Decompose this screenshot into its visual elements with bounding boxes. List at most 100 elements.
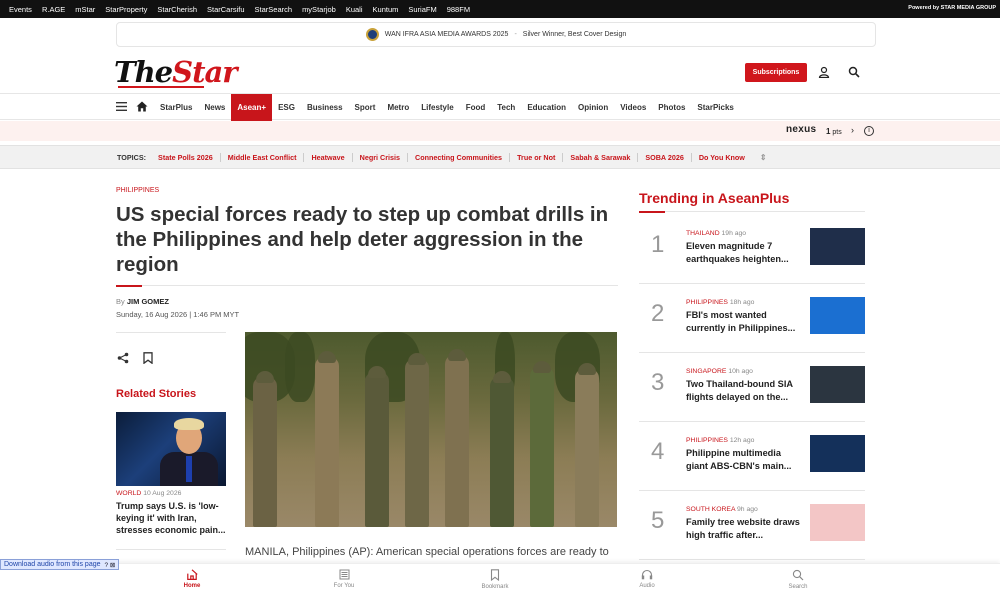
user-icon[interactable] <box>818 66 830 78</box>
nav-item-videos[interactable]: Videos <box>614 94 652 121</box>
nexus-points: 1 pts <box>826 127 842 136</box>
trending-headline[interactable]: FBI's most wanted currently in Philippin… <box>686 309 804 334</box>
trending-meta: SOUTH KOREA 9h ago <box>686 506 758 513</box>
trending-category[interactable]: SOUTH KOREA <box>686 506 735 513</box>
nav-item-starpicks[interactable]: StarPicks <box>691 94 739 121</box>
related-divider <box>116 549 226 550</box>
bookmark-icon[interactable] <box>143 352 153 364</box>
trending-item[interactable]: 2 PHILIPPINES 18h ago FBI's most wanted cu… <box>639 285 865 353</box>
topics-label: TOPICS: <box>117 152 147 162</box>
trending-item[interactable]: 5 SOUTH KOREA 9h ago Family tree website d… <box>639 492 865 560</box>
powered-by: Powered by STAR MEDIA GROUP <box>908 5 996 11</box>
bottom-nav-label: Search <box>788 584 808 590</box>
trending-category[interactable]: SINGAPORE <box>686 368 726 375</box>
topic-link[interactable]: Negri Crisis <box>353 152 408 162</box>
bottom-nav-search[interactable]: Search <box>768 569 828 590</box>
topic-link[interactable]: True or Not <box>510 152 564 162</box>
nav-item-tech[interactable]: Tech <box>491 94 521 121</box>
award-banner[interactable]: WAN IFRA ASIA MEDIA AWARDS 2025 - Silver… <box>116 22 876 47</box>
the-star-logo[interactable]: TheStar <box>114 55 238 89</box>
trending-thumbnail[interactable] <box>810 366 865 403</box>
network-link[interactable]: SuriaFM <box>408 5 436 14</box>
network-link[interactable]: myStarjob <box>302 5 336 14</box>
nav-item-esg[interactable]: ESG <box>272 94 301 121</box>
trending-meta: PHILIPPINES 18h ago <box>686 299 755 306</box>
nav-item-business[interactable]: Business <box>301 94 349 121</box>
nav-item-metro[interactable]: Metro <box>381 94 415 121</box>
bottom-nav-audio[interactable]: Audio <box>617 569 677 589</box>
related-story-thumbnail[interactable] <box>116 412 226 486</box>
bottom-nav-label: Bookmark <box>481 584 509 590</box>
article-date: Sunday, 16 Aug 2026 | 1:46 PM MYT <box>116 310 240 319</box>
nexus-bar: nexus 1 pts › i <box>0 121 1000 141</box>
search-icon[interactable] <box>848 66 860 78</box>
topics-bar: TOPICS: State Polls 2026 Middle East Conf… <box>0 145 1000 169</box>
topic-link[interactable]: Heatwave <box>304 152 353 162</box>
bottom-nav-label: For You <box>333 583 355 589</box>
trending-thumbnail[interactable] <box>810 504 865 541</box>
trending-item[interactable]: 4 PHILIPPINES 12h ago Philippine multimedi… <box>639 423 865 491</box>
nav-item-food[interactable]: Food <box>460 94 492 121</box>
nav-item-sport[interactable]: Sport <box>349 94 382 121</box>
nav-item-starplus[interactable]: StarPlus <box>154 94 198 121</box>
for-you-icon <box>339 569 349 580</box>
nav-item-opinion[interactable]: Opinion <box>572 94 614 121</box>
subscriptions-button[interactable]: Subscriptions <box>745 63 807 82</box>
bottom-nav-for-you[interactable]: For You <box>314 569 374 589</box>
article-body-start: MANILA, Philippines (AP): American speci… <box>245 546 609 558</box>
network-link[interactable]: R.AGE <box>42 5 65 14</box>
network-link[interactable]: Kuntum <box>373 5 399 14</box>
network-link[interactable]: StarCarsifu <box>207 5 245 14</box>
trending-item[interactable]: 3 SINGAPORE 10h ago Two Thailand-bound SIA… <box>639 354 865 422</box>
topic-link[interactable]: Sabah & Sarawak <box>563 152 639 162</box>
trending-thumbnail[interactable] <box>810 435 865 472</box>
network-link[interactable]: Kuali <box>346 5 363 14</box>
chevron-right-icon[interactable]: › <box>851 125 854 135</box>
trending-thumbnail[interactable] <box>810 297 865 334</box>
bottom-nav-bookmark[interactable]: Bookmark <box>465 569 525 590</box>
topic-link[interactable]: Do You Know <box>692 153 752 162</box>
trending-thumbnail[interactable] <box>810 228 865 265</box>
network-link[interactable]: mStar <box>75 5 95 14</box>
trending-category[interactable]: PHILIPPINES <box>686 437 728 444</box>
topic-link[interactable]: State Polls 2026 <box>151 152 221 162</box>
trending-category[interactable]: THAILAND <box>686 230 720 237</box>
trending-headline[interactable]: Family tree website draws high traffic a… <box>686 516 804 541</box>
trending-divider <box>639 211 865 213</box>
article-kicker[interactable]: PHILIPPINES <box>116 187 159 194</box>
trending-headline[interactable]: Eleven magnitude 7 earthquakes heighten.… <box>686 240 804 265</box>
network-link[interactable]: StarSearch <box>255 5 293 14</box>
nav-item-education[interactable]: Education <box>521 94 572 121</box>
nav-item-asean[interactable]: Asean+ <box>231 94 273 121</box>
bottom-nav-home[interactable]: Home <box>162 569 222 589</box>
bottom-nav-label: Home <box>183 583 201 589</box>
expand-topics-icon[interactable]: ⇕ <box>760 153 767 162</box>
trending-headline[interactable]: Philippine multimedia giant ABS-CBN's ma… <box>686 447 804 472</box>
author-link[interactable]: JIM GOMEZ <box>127 297 169 306</box>
home-icon[interactable] <box>136 101 148 112</box>
info-icon[interactable]: i <box>864 126 874 136</box>
nav-item-news[interactable]: News <box>198 94 231 121</box>
network-link[interactable]: StarProperty <box>105 5 147 14</box>
trending-headline[interactable]: Two Thailand-bound SIA flights delayed o… <box>686 378 804 403</box>
trending-category[interactable]: PHILIPPINES <box>686 299 728 306</box>
left-divider <box>116 332 226 333</box>
related-story-headline[interactable]: Trump says U.S. is 'low-keying it' with … <box>116 500 228 536</box>
topic-link[interactable]: SOBA 2026 <box>638 152 692 162</box>
hamburger-menu-icon[interactable] <box>116 101 127 112</box>
network-link[interactable]: 988FM <box>447 5 470 14</box>
share-icon[interactable] <box>117 352 129 364</box>
download-audio-button[interactable]: Download audio from this page ? ⊠ <box>0 559 120 570</box>
network-link[interactable]: Events <box>9 5 32 14</box>
nexus-brand[interactable]: nexus <box>786 124 816 135</box>
network-links: Events R.AGE mStar StarProperty StarCherish S… <box>0 5 470 14</box>
topic-link[interactable]: Connecting Communities <box>408 152 511 162</box>
trending-item[interactable]: 1 THAILAND 19h ago Eleven magnitude 7 eart… <box>639 216 865 284</box>
network-link[interactable]: StarCherish <box>157 5 197 14</box>
nav-item-photos[interactable]: Photos <box>652 94 691 121</box>
audio-download-controls[interactable]: ? ⊠ <box>105 561 116 569</box>
nav-item-lifestyle[interactable]: Lifestyle <box>415 94 459 121</box>
trending-title: Trending in AseanPlus <box>639 190 790 206</box>
article-photo[interactable] <box>245 332 617 527</box>
topic-link[interactable]: Middle East Conflict <box>221 152 305 162</box>
